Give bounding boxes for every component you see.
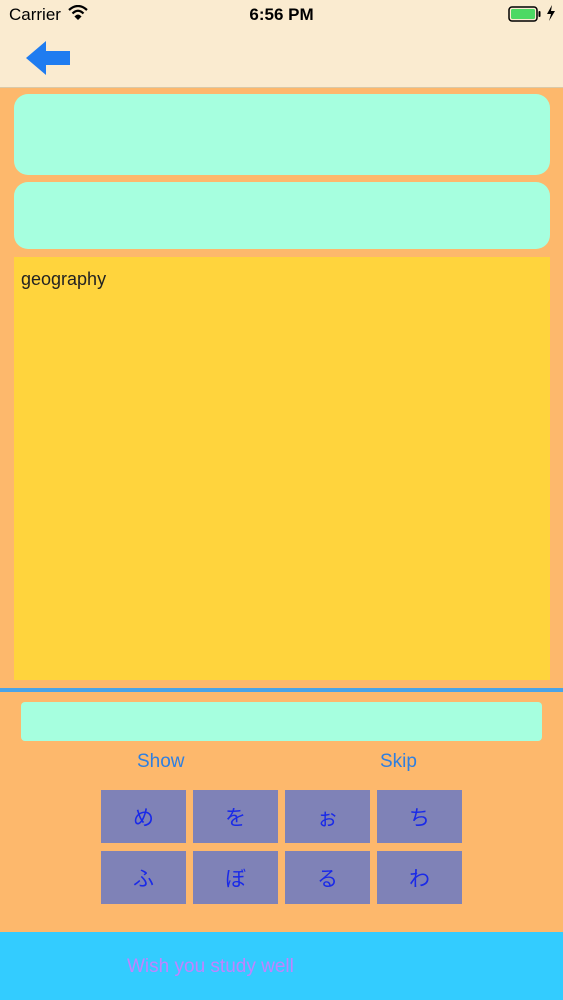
footer-text: Wish you study well	[127, 956, 294, 977]
kana-key[interactable]: ぼ	[193, 851, 278, 904]
status-bar: Carrier 6:56 PM	[0, 0, 563, 30]
kana-key[interactable]: ふ	[101, 851, 186, 904]
kana-key[interactable]: め	[101, 790, 186, 843]
clock: 6:56 PM	[249, 5, 314, 24]
show-button[interactable]: Show	[137, 751, 185, 773]
question-text: geography	[21, 269, 107, 289]
kana-key[interactable]: わ	[377, 851, 462, 904]
kana-key[interactable]: ぉ	[285, 790, 370, 843]
battery-icon	[508, 6, 542, 27]
hint-card-top	[14, 94, 550, 175]
kana-key[interactable]: る	[285, 851, 370, 904]
charging-icon	[546, 5, 556, 26]
back-arrow-icon	[26, 41, 70, 75]
kana-key[interactable]: を	[193, 790, 278, 843]
nav-bar	[0, 30, 563, 88]
divider	[0, 688, 563, 692]
answer-field[interactable]	[21, 702, 542, 741]
back-button[interactable]	[24, 38, 74, 78]
question-area: geography	[14, 257, 550, 680]
skip-button[interactable]: Skip	[380, 751, 417, 773]
hint-card-middle	[14, 182, 550, 249]
kana-key[interactable]: ち	[377, 790, 462, 843]
footer-banner: Wish you study well	[0, 932, 563, 1000]
